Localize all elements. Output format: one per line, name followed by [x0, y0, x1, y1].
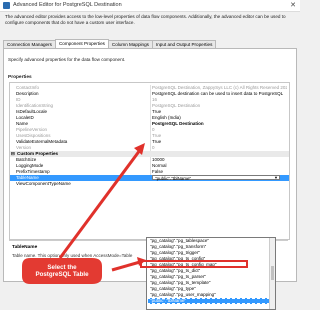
tab-strip: Connection Managers Component Properties…: [3, 39, 217, 49]
property-grid[interactable]: ContactInfo PostgreSQL Destination, Zappy…: [9, 82, 290, 240]
window-title: Advanced Editor for PostgreSQL Destinati…: [13, 2, 122, 8]
scrollbar-thumb[interactable]: [271, 266, 274, 280]
panel-hint: Specify advanced properties for the data…: [8, 57, 126, 62]
callout-line-2: PostgreSQL Table: [35, 271, 89, 279]
table-dropdown-list[interactable]: "pg_catalog"."pg_tablespace" "pg_catalog…: [146, 237, 276, 310]
app-icon: [3, 2, 10, 9]
select-table-callout: Select the PostgreSQL Table: [22, 258, 112, 284]
close-icon[interactable]: ✕: [290, 1, 296, 9]
callout-line-1: Select the: [47, 264, 77, 271]
title-bar: Advanced Editor for PostgreSQL Destinati…: [0, 0, 300, 12]
selected-item-highlight: [140, 260, 248, 268]
dropdown-scrollbar[interactable]: [269, 238, 275, 309]
editor-description: The advanced editor provides access to t…: [5, 14, 286, 25]
property-description-title: TableName: [12, 245, 38, 250]
properties-label: Properties: [8, 75, 32, 80]
dropdown-arrow-icon[interactable]: ▼: [274, 175, 278, 180]
property-row[interactable]: ViewComponentTypeName: [10, 181, 289, 187]
dropdown-item-selected[interactable]: "public"."tblName": [147, 298, 270, 304]
tablename-combobox[interactable]: "public"."tblName" ▼: [152, 175, 280, 181]
